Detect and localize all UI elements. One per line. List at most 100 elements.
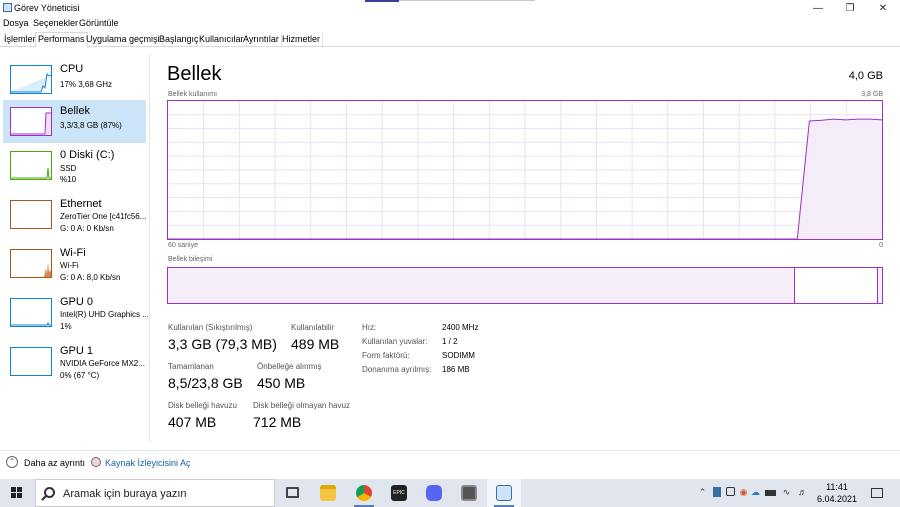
taskbar-task-manager[interactable] xyxy=(487,479,521,507)
sidebar-item-detail: %10 xyxy=(60,175,77,184)
cpu-thumbnail xyxy=(10,65,52,94)
menu-bar: Dosya Seçenekler Görüntüle xyxy=(0,17,900,31)
paged-pool-value: 407 MB xyxy=(168,414,217,430)
menu-file[interactable]: Dosya xyxy=(3,18,29,28)
cached-label: Önbelleğe alınmış xyxy=(257,362,322,371)
gpu1-thumbnail xyxy=(10,347,52,376)
composition-label: Bellek bileşimi xyxy=(168,256,213,263)
page-title: Bellek xyxy=(167,63,222,85)
task-view-icon xyxy=(286,487,299,498)
usage-graph-label: Bellek kullanımı xyxy=(168,91,218,98)
ethernet-thumbnail xyxy=(10,200,52,229)
meet-now-icon[interactable] xyxy=(713,487,721,497)
tab-app-history[interactable]: Uygulama geçmişi xyxy=(84,33,163,47)
tab-startup[interactable]: Başlangıç xyxy=(157,33,202,47)
device-icon[interactable] xyxy=(726,487,735,496)
sidebar-item-detail: Intel(R) UHD Graphics ... xyxy=(60,310,148,319)
nonpaged-pool-label: Disk belleği olmayan havuz xyxy=(253,401,350,410)
volume-icon[interactable]: ♬ xyxy=(797,487,808,498)
chevron-up-icon[interactable]: ⌃ xyxy=(697,487,708,498)
slots-value: 1 / 2 xyxy=(442,337,458,346)
epic-games-icon: EPIC xyxy=(391,485,407,501)
start-button[interactable] xyxy=(0,479,34,507)
clock-date[interactable]: 6.04.2021 xyxy=(815,494,859,504)
cpu-thumbnail-graph xyxy=(11,72,52,93)
taskbar-search[interactable]: Aramak için buraya yazın xyxy=(35,479,275,507)
wifi-thumbnail xyxy=(10,249,52,278)
cloud-icon[interactable]: ☁ xyxy=(750,487,761,498)
notification-icon[interactable] xyxy=(871,488,883,498)
fewer-details-button[interactable]: Daha az ayrıntı xyxy=(24,458,85,468)
chrome-icon xyxy=(356,485,372,501)
sidebar-item-disk[interactable]: 0 Diski (C:) SSD %10 xyxy=(3,144,146,187)
menu-view[interactable]: Görüntüle xyxy=(79,18,119,28)
in-use-label: Kullanılan (Sıkıştırılmış) xyxy=(168,323,253,332)
taskbar-discord[interactable] xyxy=(417,479,451,507)
sidebar-item-label: Bellek xyxy=(60,105,90,117)
nonpaged-pool-value: 712 MB xyxy=(253,414,302,430)
battery-icon[interactable] xyxy=(765,490,776,496)
sidebar-item-label: CPU xyxy=(60,63,84,75)
close-button[interactable]: ✕ xyxy=(866,0,900,17)
memory-composition-bar xyxy=(167,267,883,304)
windows-icon xyxy=(11,487,22,498)
sidebar-item-ethernet[interactable]: Ethernet ZeroTier One [c41fc56... G: 0 A… xyxy=(3,193,146,236)
sidebar-item-label: Wi-Fi xyxy=(60,247,86,259)
form-factor-label: Form faktörü: xyxy=(362,351,410,360)
clock-time[interactable]: 11:41 xyxy=(819,482,855,492)
menu-options[interactable]: Seçenekler xyxy=(33,18,78,28)
taskbar: Aramak için buraya yazın EPIC ⌃ ◉ ☁ ∿ ♬ … xyxy=(0,479,900,507)
paged-pool-label: Disk belleği havuzu xyxy=(168,401,237,410)
form-factor-value: SODIMM xyxy=(442,351,475,360)
tab-users[interactable]: Kullanıcılar xyxy=(197,33,247,47)
sidebar-item-detail: 0% (67 °C) xyxy=(60,371,100,380)
taskbar-file-explorer[interactable] xyxy=(311,479,345,507)
tab-services[interactable]: Hizmetler xyxy=(280,33,324,47)
sidebar-item-detail: G: 0 A: 0 Kb/sn xyxy=(60,224,114,233)
minimize-button[interactable]: — xyxy=(801,0,835,17)
wifi-thumbnail-graph xyxy=(44,262,51,277)
tab-processes[interactable]: İşlemler xyxy=(2,33,39,47)
sidebar-item-wifi[interactable]: Wi-Fi Wi-Fi G: 0 A: 8,0 Kb/sn xyxy=(3,242,146,285)
top-accent xyxy=(365,0,399,2)
taskbar-calculator[interactable] xyxy=(452,479,486,507)
sidebar-item-detail: ZeroTier One [c41fc56... xyxy=(60,212,147,221)
task-manager-icon xyxy=(3,3,12,12)
committed-label: Tamamlanan xyxy=(168,362,214,371)
window-title: Görev Yöneticisi xyxy=(14,3,80,13)
open-resource-monitor-link[interactable]: Kaynak İzleyicisini Aç xyxy=(105,458,191,468)
sidebar-item-cpu[interactable]: CPU 17% 3,68 GHz xyxy=(3,58,146,101)
slots-label: Kullanılan yuvalar: xyxy=(362,337,428,346)
taskbar-chrome[interactable] xyxy=(347,479,381,507)
sidebar-item-detail: 17% 3,68 GHz xyxy=(60,80,113,89)
memory-total: 4,0 GB xyxy=(848,70,883,82)
restore-button[interactable]: ❐ xyxy=(833,0,867,17)
gpu0-thumbnail-graph xyxy=(11,321,51,326)
top-accent-line xyxy=(399,0,535,1)
sidebar-item-memory[interactable]: Bellek 3,3/3,8 GB (87%) xyxy=(3,100,146,143)
memory-panel: Bellek 4,0 GB Bellek kullanımı 3,8 GB 60… xyxy=(167,60,887,442)
chevron-up-icon[interactable]: ⌃ xyxy=(6,456,18,468)
taskbar-epic-games[interactable]: EPIC xyxy=(382,479,416,507)
sidebar-item-detail: G: 0 A: 8,0 Kb/sn xyxy=(60,273,121,282)
task-view-button[interactable] xyxy=(276,479,310,507)
memory-usage-graph xyxy=(167,100,883,240)
available-value: 489 MB xyxy=(291,336,340,352)
sidebar-item-gpu0[interactable]: GPU 0 Intel(R) UHD Graphics ... 1% xyxy=(3,291,148,334)
in-use-value: 3,3 GB (79,3 MB) xyxy=(168,336,277,352)
sidebar-item-gpu1[interactable]: GPU 1 NVIDIA GeForce MX2... 0% (67 °C) xyxy=(3,340,146,383)
tab-details[interactable]: Ayrıntılar xyxy=(241,33,282,47)
resource-sidebar: CPU 17% 3,68 GHz Bellek 3,3/3,8 GB (87%)… xyxy=(0,54,150,442)
wifi-icon[interactable]: ∿ xyxy=(781,487,792,498)
disk-thumbnail-graph xyxy=(11,167,51,179)
tab-performance[interactable]: Performans xyxy=(35,32,88,48)
search-placeholder: Aramak için buraya yazın xyxy=(63,488,187,500)
usage-graph-max: 3,8 GB xyxy=(861,91,883,98)
sidebar-item-detail: 1% xyxy=(60,322,72,331)
resource-monitor-icon xyxy=(91,457,101,467)
search-icon xyxy=(44,487,55,498)
antivirus-icon[interactable]: ◉ xyxy=(738,487,749,498)
composition-free xyxy=(795,268,877,303)
sidebar-item-detail: NVIDIA GeForce MX2... xyxy=(60,359,145,368)
sidebar-item-label: GPU 0 xyxy=(60,296,94,308)
